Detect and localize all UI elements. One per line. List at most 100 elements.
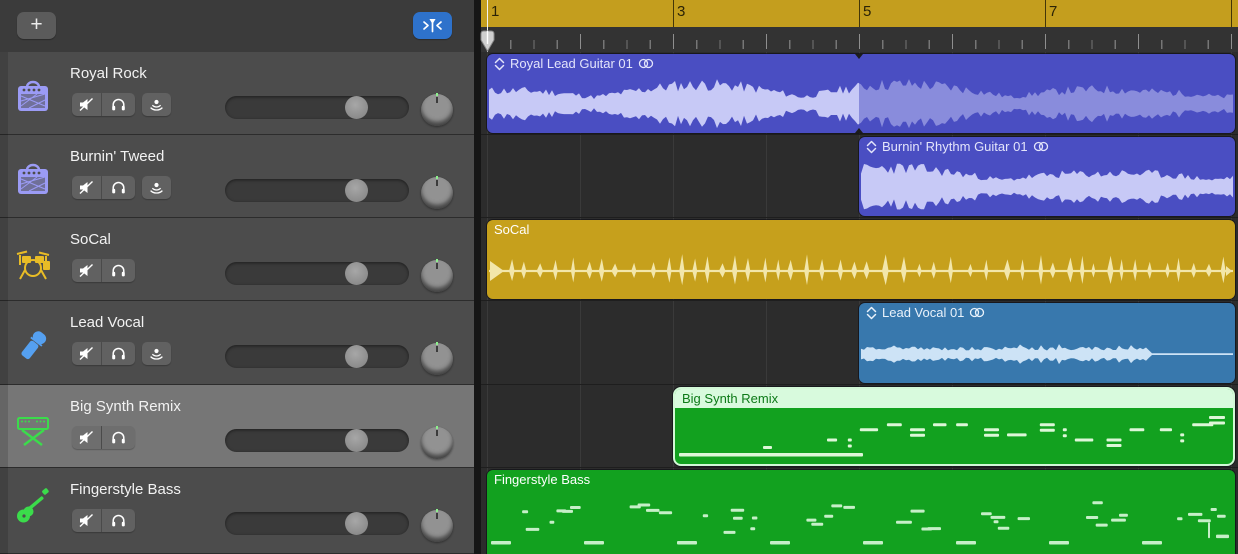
region-label-row: SoCal xyxy=(487,220,1235,239)
region-label-row: Burnin' Rhythm Guitar 01 xyxy=(859,137,1235,156)
region-socal[interactable]: SoCal xyxy=(487,220,1235,299)
volume-slider[interactable] xyxy=(225,96,409,119)
track-panel-header: + xyxy=(0,0,474,53)
volume-slider[interactable] xyxy=(225,262,409,285)
drum-kit-icon xyxy=(13,243,53,283)
follow-tempo-icon xyxy=(494,57,505,71)
loop-junction-notch xyxy=(855,128,863,133)
region-name: Fingerstyle Bass xyxy=(494,472,590,487)
region-fingerstyle-bass[interactable]: Fingerstyle Bass xyxy=(487,470,1235,554)
volume-slider-thumb[interactable] xyxy=(345,429,368,452)
input-monitor-button[interactable] xyxy=(142,342,171,365)
loop-junction-notch xyxy=(855,54,863,59)
track-header-panel: + xyxy=(0,0,474,554)
guitar-amp-icon xyxy=(13,160,53,200)
input-monitor-icon xyxy=(149,98,164,111)
ruler-major-ticks xyxy=(487,34,1238,49)
volume-slider-thumb[interactable] xyxy=(345,262,368,285)
headphones-icon xyxy=(111,181,126,194)
solo-button[interactable] xyxy=(102,342,135,365)
volume-slider-thumb[interactable] xyxy=(345,179,368,202)
cycle-region-band[interactable]: 1 3 5 7 xyxy=(481,0,1238,27)
mute-button[interactable] xyxy=(72,93,102,116)
mute-icon xyxy=(79,181,94,194)
mute-button[interactable] xyxy=(72,426,102,449)
track-row-socal[interactable]: SoCal xyxy=(0,218,474,301)
solo-button[interactable] xyxy=(102,509,135,532)
input-monitor-icon xyxy=(149,347,164,360)
microphone-icon xyxy=(13,326,53,366)
timeline-lanes: Royal Lead Guitar 01 Burnin' Rhythm Guit… xyxy=(481,52,1238,554)
mute-button[interactable] xyxy=(72,342,102,365)
mute-button[interactable] xyxy=(72,259,102,282)
region-big-synth-remix[interactable]: Big Synth Remix xyxy=(673,387,1235,466)
audio-waveform xyxy=(861,325,1233,381)
pan-knob[interactable] xyxy=(421,427,453,459)
stereo-icon xyxy=(638,58,654,69)
mute-button[interactable] xyxy=(72,176,102,199)
track-name: Royal Rock xyxy=(70,65,147,82)
headphones-icon xyxy=(111,431,126,444)
mute-icon xyxy=(79,347,94,360)
region-burnin-rhythm-guitar[interactable]: Burnin' Rhythm Guitar 01 xyxy=(859,137,1235,216)
midi-notes xyxy=(489,490,1233,552)
volume-slider-thumb[interactable] xyxy=(345,512,368,535)
region-royal-lead-guitar[interactable]: Royal Lead Guitar 01 xyxy=(487,54,1235,133)
volume-slider[interactable] xyxy=(225,179,409,202)
follow-tempo-icon xyxy=(866,140,877,154)
pan-knob[interactable] xyxy=(421,94,453,126)
track-name: Burnin' Tweed xyxy=(70,148,164,165)
region-name: Royal Lead Guitar 01 xyxy=(510,56,633,71)
track-name: Fingerstyle Bass xyxy=(70,481,181,498)
volume-slider-thumb[interactable] xyxy=(345,96,368,119)
bass-guitar-icon xyxy=(13,488,53,528)
input-monitor-button[interactable] xyxy=(142,93,171,116)
headphones-icon xyxy=(111,98,126,111)
region-name: Big Synth Remix xyxy=(682,391,778,406)
solo-button[interactable] xyxy=(102,93,135,116)
audio-waveform xyxy=(861,157,1233,214)
headphones-icon xyxy=(111,264,126,277)
volume-slider-thumb[interactable] xyxy=(345,345,368,368)
bar-number: 5 xyxy=(863,3,871,20)
pan-knob[interactable] xyxy=(421,260,453,292)
track-controls xyxy=(72,176,171,199)
region-label-row: Big Synth Remix xyxy=(675,389,1233,408)
track-controls xyxy=(72,93,171,116)
midi-notes xyxy=(677,411,1229,462)
panel-timeline-divider xyxy=(474,0,481,554)
track-row-lead-vocal[interactable]: Lead Vocal xyxy=(0,301,474,385)
volume-slider[interactable] xyxy=(225,512,409,535)
track-name: Big Synth Remix xyxy=(70,398,181,415)
input-monitor-icon xyxy=(149,181,164,194)
track-row-royal-rock[interactable]: Royal Rock xyxy=(0,52,474,135)
volume-slider[interactable] xyxy=(225,345,409,368)
add-track-button[interactable]: + xyxy=(17,12,56,39)
volume-slider[interactable] xyxy=(225,429,409,452)
region-lead-vocal[interactable]: Lead Vocal 01 xyxy=(859,303,1235,383)
track-row-big-synth-remix[interactable]: Big Synth Remix xyxy=(0,385,474,468)
audio-waveform xyxy=(489,245,1233,297)
playhead[interactable] xyxy=(479,30,496,52)
bar-number: 3 xyxy=(677,3,685,20)
mute-icon xyxy=(79,431,94,444)
beat-ruler[interactable] xyxy=(481,27,1238,52)
mute-button[interactable] xyxy=(72,509,102,532)
pan-knob[interactable] xyxy=(421,510,453,542)
region-label-row: Fingerstyle Bass xyxy=(487,470,1235,489)
audio-waveform xyxy=(489,74,1233,131)
guitar-amp-icon xyxy=(13,77,53,117)
track-row-burnin-tweed[interactable]: Burnin' Tweed xyxy=(0,135,474,218)
solo-button[interactable] xyxy=(102,426,135,449)
track-row-fingerstyle-bass[interactable]: Fingerstyle Bass xyxy=(0,468,474,554)
timeline: 1 3 5 7 Roya xyxy=(474,0,1238,554)
solo-button[interactable] xyxy=(102,176,135,199)
pan-knob[interactable] xyxy=(421,343,453,375)
catch-playhead-button[interactable] xyxy=(413,12,452,39)
bar-number: 7 xyxy=(1049,3,1057,20)
track-controls xyxy=(72,509,135,532)
pan-knob[interactable] xyxy=(421,177,453,209)
follow-tempo-icon xyxy=(866,306,877,320)
input-monitor-button[interactable] xyxy=(142,176,171,199)
solo-button[interactable] xyxy=(102,259,135,282)
